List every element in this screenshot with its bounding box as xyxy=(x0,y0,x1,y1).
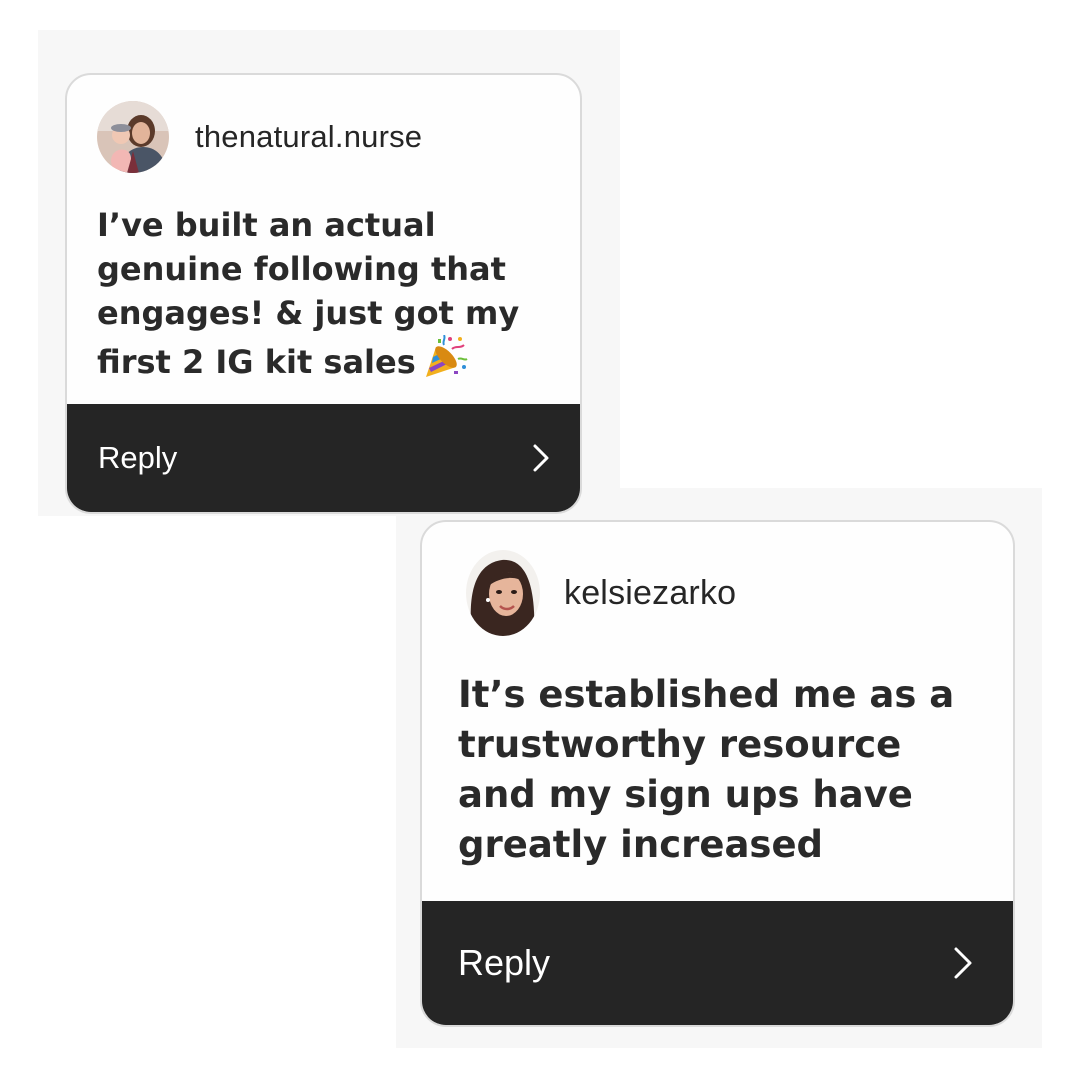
story-reply-card: thenatural.nurse I’ve built an actual ge… xyxy=(65,73,582,514)
card-header: thenatural.nurse xyxy=(97,101,422,173)
avatar[interactable] xyxy=(97,101,169,173)
avatar[interactable] xyxy=(466,550,540,636)
reply-button[interactable]: Reply xyxy=(67,404,580,512)
username[interactable]: thenatural.nurse xyxy=(195,119,422,155)
chevron-right-icon xyxy=(954,947,972,979)
username[interactable]: kelsiezarko xyxy=(564,574,736,613)
card-header: kelsiezarko xyxy=(466,550,736,636)
reply-message: I’ve built an actual genuine following t… xyxy=(97,203,567,390)
testimonial-canvas: thenatural.nurse I’ve built an actual ge… xyxy=(0,0,1080,1080)
reply-button[interactable]: Reply xyxy=(422,901,1013,1025)
reply-label: Reply xyxy=(98,440,178,475)
story-reply-card: kelsiezarko It’s established me as a tru… xyxy=(420,520,1015,1027)
chevron-right-icon xyxy=(533,444,549,472)
reply-label: Reply xyxy=(458,942,551,983)
party-popper-icon xyxy=(422,334,468,390)
reply-message: It’s established me as a trustworthy res… xyxy=(458,673,955,866)
